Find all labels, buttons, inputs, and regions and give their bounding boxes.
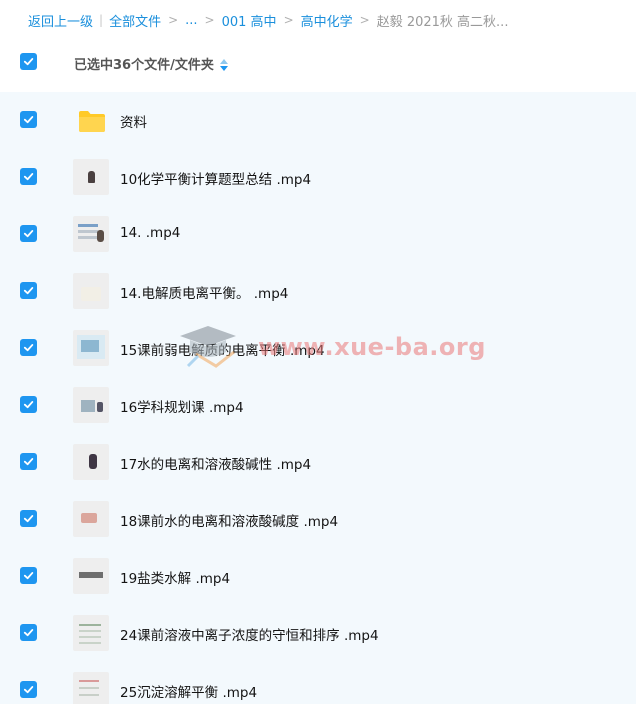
check-icon — [23, 401, 34, 409]
video-thumbnail — [73, 387, 109, 423]
video-thumbnail — [73, 444, 109, 480]
selection-count-text: 已选中36个文件/文件夹 — [74, 58, 214, 73]
list-item[interactable]: 14.电解质电离平衡。 .mp4 — [0, 263, 636, 320]
breadcrumb-separator: > — [204, 13, 215, 27]
file-name[interactable]: 16学科规划课 .mp4 — [120, 396, 244, 416]
file-name[interactable]: 25沉淀溶解平衡 .mp4 — [120, 681, 257, 701]
file-name[interactable]: 14.电解质电离平衡。 .mp4 — [120, 282, 288, 302]
breadcrumb-ellipsis[interactable]: ... — [185, 13, 197, 28]
video-thumbnail — [73, 558, 109, 594]
list-item[interactable]: 10化学平衡计算题型总结 .mp4 — [0, 149, 636, 206]
check-icon — [23, 116, 34, 124]
file-name[interactable]: 14. .mp4 — [120, 225, 180, 241]
breadcrumb-all-files[interactable]: 全部文件 — [109, 11, 161, 30]
video-thumbnail — [73, 615, 109, 651]
video-thumbnail — [73, 672, 109, 704]
row-checkbox[interactable] — [20, 339, 37, 356]
check-icon — [23, 572, 34, 580]
check-icon — [23, 515, 34, 523]
video-thumbnail — [73, 273, 109, 309]
video-thumbnail — [73, 216, 109, 252]
row-checkbox[interactable] — [20, 396, 37, 413]
list-item[interactable]: 25沉淀溶解平衡 .mp4 — [0, 662, 636, 704]
breadcrumb-separator: > — [283, 13, 294, 27]
check-icon — [23, 458, 34, 466]
row-checkbox[interactable] — [20, 168, 37, 185]
select-all-checkbox[interactable] — [20, 53, 37, 70]
breadcrumb-separator: > — [359, 13, 370, 27]
file-name[interactable]: 资料 — [120, 111, 147, 131]
check-icon — [23, 230, 34, 238]
file-name[interactable]: 24课前溶液中离子浓度的守恒和排序 .mp4 — [120, 624, 379, 644]
back-link[interactable]: 返回上一级 — [28, 11, 93, 30]
row-checkbox[interactable] — [20, 510, 37, 527]
file-name[interactable]: 15课前弱电解质的电离平衡 .mp4 — [120, 339, 325, 359]
folder-icon — [79, 111, 105, 132]
file-name[interactable]: 10化学平衡计算题型总结 .mp4 — [120, 168, 311, 188]
check-icon — [23, 58, 34, 66]
video-thumbnail — [73, 501, 109, 537]
file-browser: 返回上一级 | 全部文件 > ... > 001 高中 > 高中化学 > 赵毅 … — [0, 0, 636, 704]
check-icon — [23, 344, 34, 352]
row-checkbox[interactable] — [20, 681, 37, 698]
row-checkbox[interactable] — [20, 111, 37, 128]
video-thumbnail — [73, 159, 109, 195]
row-checkbox[interactable] — [20, 453, 37, 470]
list-item[interactable]: 16学科规划课 .mp4 — [0, 377, 636, 434]
breadcrumb-separator: > — [168, 13, 179, 27]
check-icon — [23, 173, 34, 181]
list-item[interactable]: 19盐类水解 .mp4 — [0, 548, 636, 605]
list-item[interactable]: 18课前水的电离和溶液酸碱度 .mp4 — [0, 491, 636, 548]
file-list: 资料 10化学平衡计算题型总结 .mp4 14. .mp4 14.电解质电离平衡… — [0, 92, 636, 704]
list-item[interactable]: 17水的电离和溶液酸碱性 .mp4 — [0, 434, 636, 491]
breadcrumb-current: 赵毅 2021秋 高二秋... — [376, 14, 509, 30]
list-item[interactable]: 资料 — [0, 92, 636, 149]
check-icon — [23, 287, 34, 295]
sort-icon[interactable] — [219, 58, 228, 71]
row-checkbox[interactable] — [20, 624, 37, 641]
video-thumbnail — [73, 330, 109, 366]
breadcrumb-high-school[interactable]: 001 高中 — [222, 11, 277, 30]
list-item[interactable]: 15课前弱电解质的电离平衡 .mp4 — [0, 320, 636, 377]
row-checkbox[interactable] — [20, 282, 37, 299]
breadcrumb: 返回上一级 | 全部文件 > ... > 001 高中 > 高中化学 > 赵毅 … — [28, 10, 508, 30]
check-icon — [23, 686, 34, 694]
list-item[interactable]: 24课前溶液中离子浓度的守恒和排序 .mp4 — [0, 605, 636, 662]
file-name[interactable]: 17水的电离和溶液酸碱性 .mp4 — [120, 453, 311, 473]
breadcrumb-divider: | — [99, 13, 104, 27]
file-name[interactable]: 19盐类水解 .mp4 — [120, 567, 230, 587]
selection-count-label: 已选中36个文件/文件夹 — [74, 54, 228, 73]
file-name[interactable]: 18课前水的电离和溶液酸碱度 .mp4 — [120, 510, 338, 530]
check-icon — [23, 629, 34, 637]
row-checkbox[interactable] — [20, 225, 37, 242]
list-item[interactable]: 14. .mp4 — [0, 206, 636, 263]
row-checkbox[interactable] — [20, 567, 37, 584]
list-header: 已选中36个文件/文件夹 — [0, 42, 636, 86]
breadcrumb-chemistry[interactable]: 高中化学 — [301, 11, 353, 30]
